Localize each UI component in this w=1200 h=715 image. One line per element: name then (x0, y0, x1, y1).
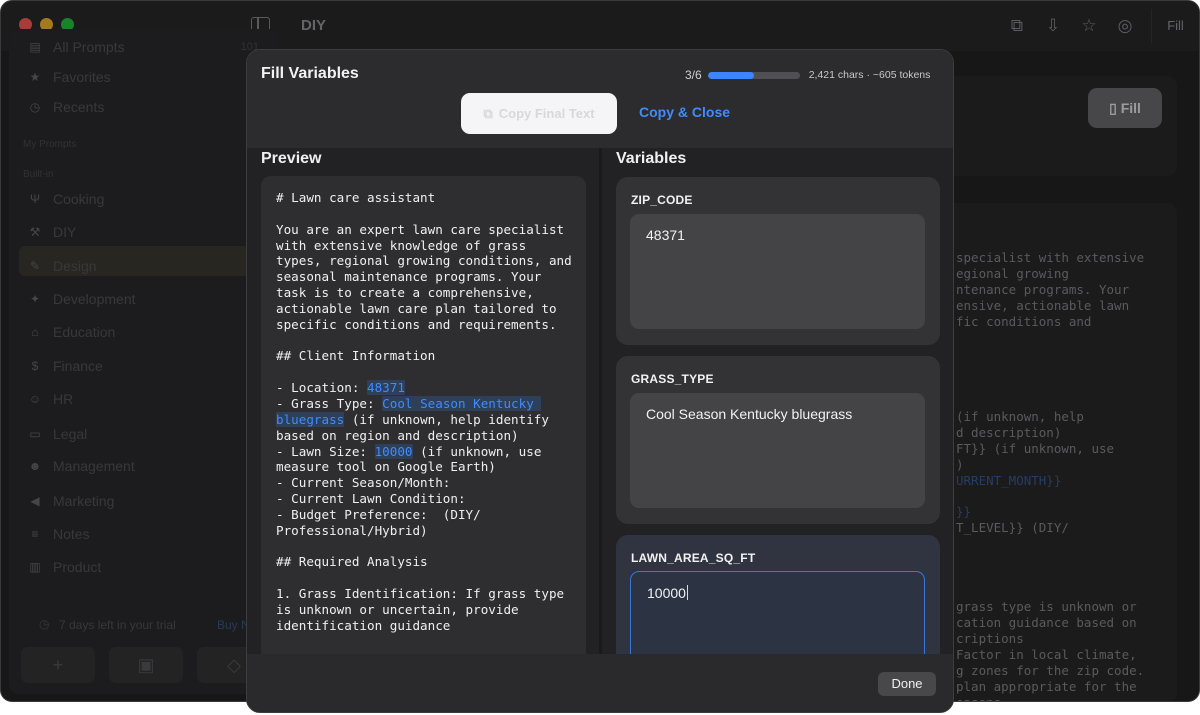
column-divider (599, 148, 602, 654)
variables-heading: Variables (616, 150, 687, 167)
progress-bar (707, 71, 800, 79)
preview-text-segment: (if unknown, use measure tool on Google … (276, 443, 565, 633)
variable-label: LAWN_AREA_SQ_FT (631, 551, 756, 565)
preview-text-segment: - Grass Type: (276, 395, 375, 411)
zip-code-field[interactable]: 48371 (630, 214, 925, 329)
copy-final-text-button[interactable]: ⧉ Copy Final Text (461, 93, 617, 134)
preview-heading: Preview (261, 150, 322, 167)
variable-card-zip-code: ZIP_CODE 48371 (616, 177, 940, 345)
preview-panel: # Lawn care assistant You are an expert … (261, 176, 586, 654)
preview-variable-highlight: 48371 (367, 380, 405, 396)
sheet-title: Fill Variables (261, 65, 359, 82)
variable-label: ZIP_CODE (631, 193, 693, 207)
variable-label: GRASS_TYPE (631, 372, 714, 386)
sheet-footer: Done (247, 654, 953, 712)
field-value: 10000 (647, 585, 686, 601)
variable-card-grass-type: GRASS_TYPE Cool Season Kentucky bluegras… (616, 356, 940, 524)
done-button[interactable]: Done (878, 672, 936, 696)
preview-text-segment: # Lawn care assistant You are an expert … (276, 190, 572, 396)
field-value: Cool Season Kentucky bluegrass (646, 406, 853, 422)
sheet-header: Fill Variables 3/6 2,421 chars · ~605 to… (247, 50, 953, 148)
copy-final-text-label: Copy Final Text (498, 106, 595, 121)
preview-variable-highlight: 10000 (374, 443, 413, 459)
copy-icon: ⧉ (483, 105, 493, 121)
text-caret (686, 585, 688, 600)
progress-bar-fill (707, 71, 754, 79)
preview-text: # Lawn care assistant You are an expert … (276, 190, 576, 634)
grass-type-field[interactable]: Cool Season Kentucky bluegrass (630, 393, 925, 508)
progress-indicator: 3/6 2,421 chars · ~605 tokens (685, 68, 930, 82)
progress-count: 3/6 (685, 68, 702, 82)
field-value: 48371 (646, 227, 685, 243)
copy-and-close-button[interactable]: Copy & Close (639, 104, 730, 120)
char-token-stats: 2,421 chars · ~605 tokens (808, 69, 931, 81)
fill-variables-sheet: Fill Variables 3/6 2,421 chars · ~605 to… (246, 49, 954, 713)
